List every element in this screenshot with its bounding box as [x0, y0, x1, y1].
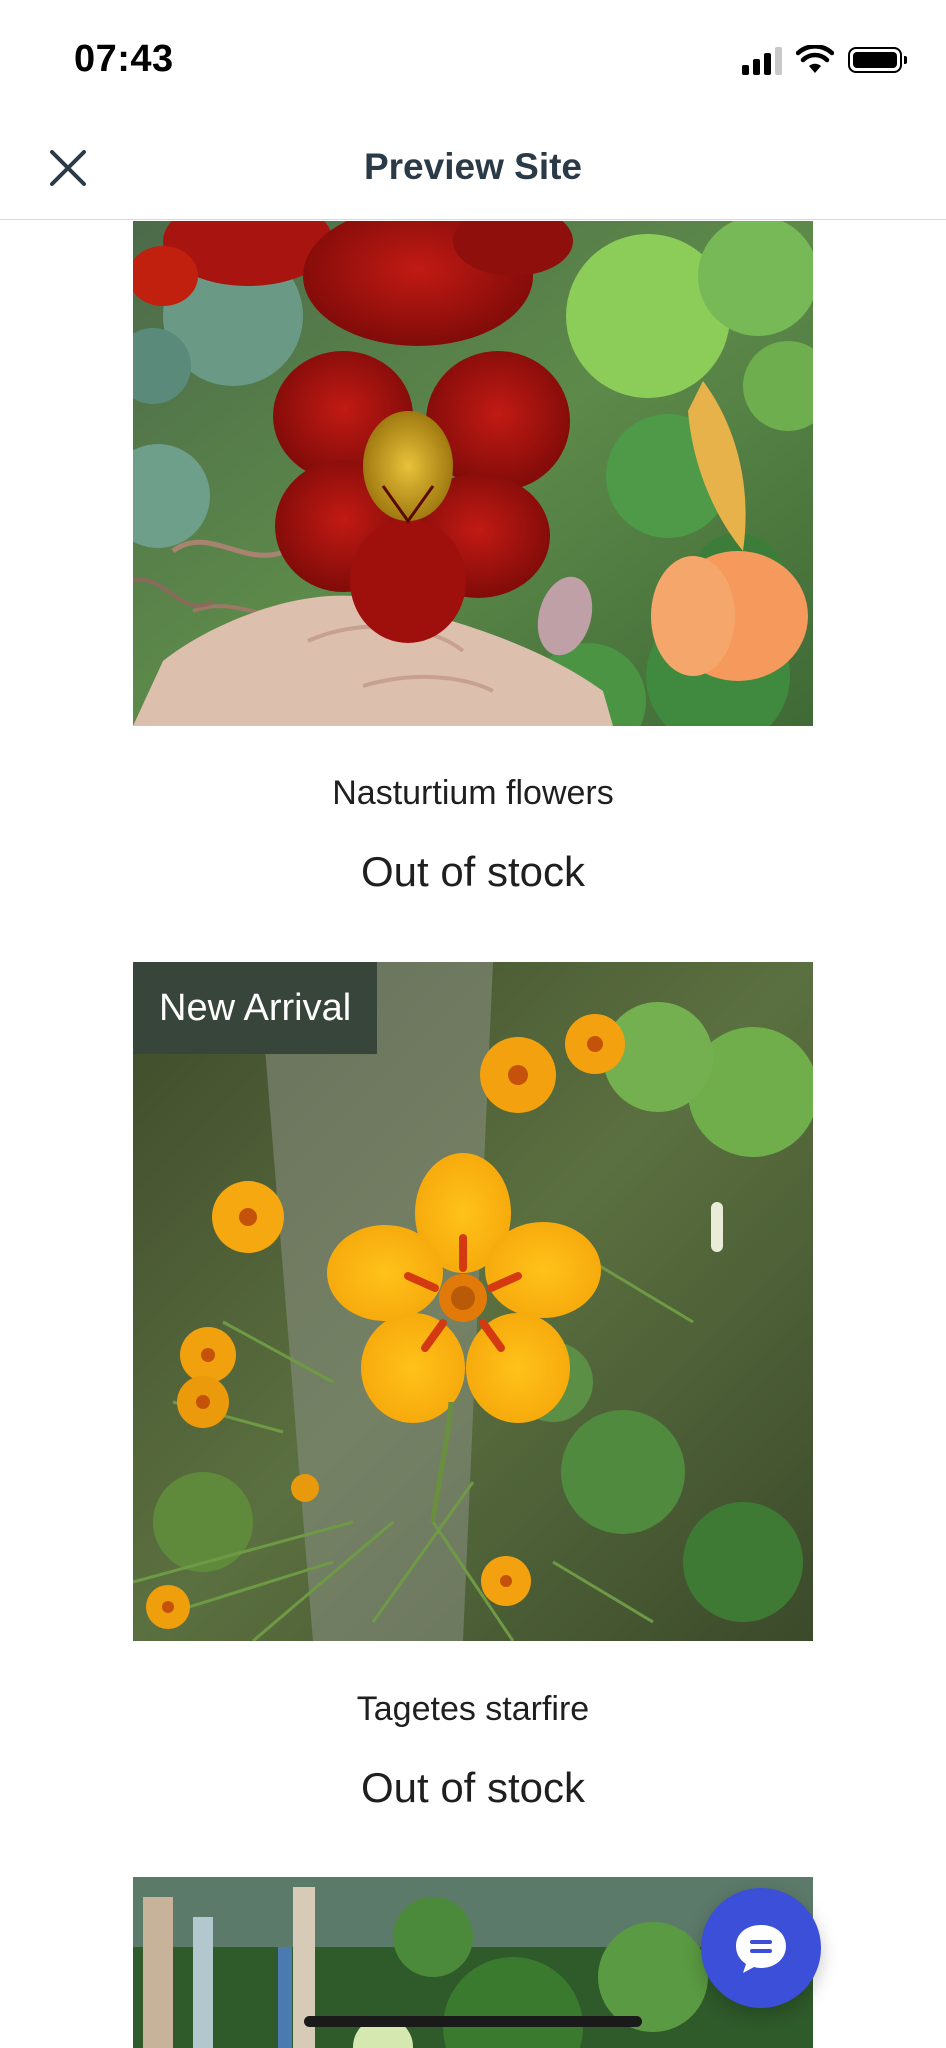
page-title: Preview Site — [363, 146, 582, 187]
status-icons — [742, 40, 907, 80]
product-stock-status: Out of stock — [360, 1764, 586, 1811]
product-name[interactable]: Nasturtium flowers — [0, 774, 946, 813]
product-image-nasturtium[interactable] — [133, 221, 813, 726]
product-name[interactable]: Tagetes starfire — [0, 1690, 946, 1729]
status-time: 07:43 — [74, 38, 174, 80]
cellular-signal-icon — [742, 45, 782, 75]
wifi-icon — [796, 45, 834, 73]
nasturtium-photo — [133, 221, 813, 726]
status-bar: 07:43 — [0, 0, 946, 110]
top-nav-bar: Preview Site — [0, 110, 946, 220]
chat-bubble-icon — [736, 1925, 786, 1973]
chat-button[interactable] — [701, 1888, 821, 2008]
product-stock-status: Out of stock — [360, 848, 586, 895]
home-indicator — [304, 2016, 642, 2027]
product-list[interactable]: Nasturtium flowers Out of stock New Arri… — [0, 221, 946, 2048]
product-image-tagetes[interactable]: New Arrival — [133, 962, 813, 1641]
tagetes-photo — [133, 962, 813, 1641]
new-arrival-badge: New Arrival — [133, 962, 378, 1054]
battery-icon — [848, 47, 907, 73]
